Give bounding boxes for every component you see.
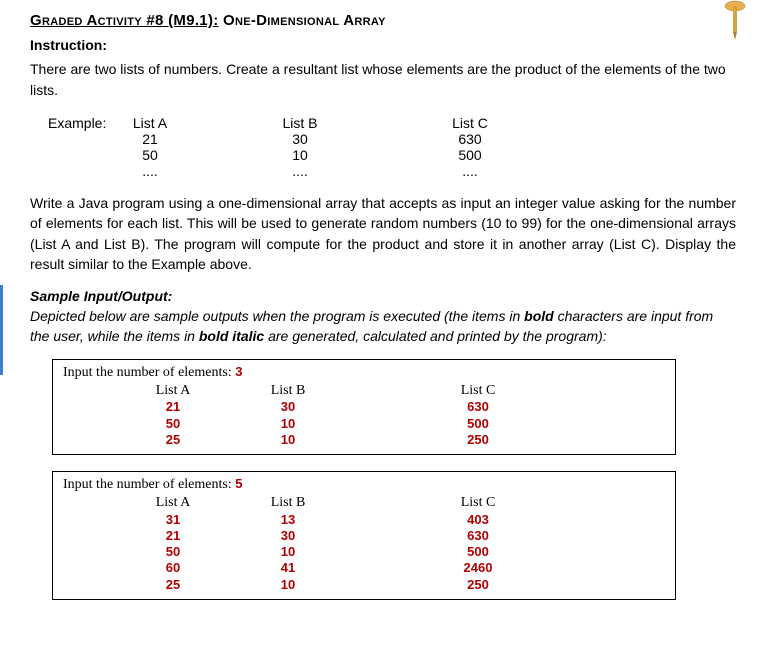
example-header-b: List B (270, 115, 330, 131)
example-cell: .... (120, 163, 180, 179)
instruction-text: There are two lists of numbers. Create a… (30, 59, 736, 101)
selection-marker (0, 285, 3, 375)
out-cell: 250 (448, 432, 508, 448)
out-cell: 30 (258, 399, 318, 415)
out-cell: 10 (258, 416, 318, 432)
example-cell: 10 (270, 147, 330, 163)
title-prefix: Graded Activity #8 (M9.1): (30, 12, 219, 29)
logo-badge (724, 0, 746, 40)
out-cell: 60 (143, 560, 203, 576)
out-cell: 500 (448, 416, 508, 432)
out-cell: 31 (143, 512, 203, 528)
activity-title: Graded Activity #8 (M9.1): One-Dimension… (30, 12, 736, 29)
output-box-1: Input the number of elements: 3 List A L… (52, 359, 676, 455)
out-header-c: List C (448, 382, 508, 400)
out-cell: 13 (258, 512, 318, 528)
output-prompt: Input the number of elements: 3 (63, 364, 665, 381)
sample-io-description: Depicted below are sample outputs when t… (30, 306, 736, 347)
out-cell: 25 (143, 577, 203, 593)
example-block: Example: List A List B List C 21 30 630 … (48, 115, 736, 179)
example-cell: 500 (440, 147, 500, 163)
title-rest: One-Dimensional Array (219, 12, 386, 29)
problem-description: Write a Java program using a one-dimensi… (30, 193, 736, 274)
example-cell: 21 (120, 131, 180, 147)
out-cell: 10 (258, 544, 318, 560)
out-cell: 10 (258, 432, 318, 448)
out-header-a: List A (143, 382, 203, 400)
example-header-c: List C (440, 115, 500, 131)
out-cell: 50 (143, 416, 203, 432)
out-header-c: List C (448, 494, 508, 512)
out-cell: 10 (258, 577, 318, 593)
out-cell: 630 (448, 528, 508, 544)
example-label: Example: (48, 115, 120, 131)
example-header-a: List A (120, 115, 180, 131)
out-cell: 30 (258, 528, 318, 544)
example-cell: 30 (270, 131, 330, 147)
out-cell: 25 (143, 432, 203, 448)
example-cell: 50 (120, 147, 180, 163)
out-header-a: List A (143, 494, 203, 512)
user-input-n: 3 (235, 364, 242, 379)
out-cell: 2460 (448, 560, 508, 576)
out-cell: 500 (448, 544, 508, 560)
output-prompt: Input the number of elements: 5 (63, 476, 665, 493)
example-cell: .... (440, 163, 500, 179)
out-cell: 250 (448, 577, 508, 593)
output-box-2: Input the number of elements: 5 List A L… (52, 471, 676, 600)
out-cell: 50 (143, 544, 203, 560)
sample-io-label: Sample Input/Output: (30, 288, 736, 304)
out-cell: 403 (448, 512, 508, 528)
out-header-b: List B (258, 382, 318, 400)
instruction-label: Instruction: (30, 37, 736, 53)
example-cell: 630 (440, 131, 500, 147)
out-cell: 21 (143, 528, 203, 544)
user-input-n: 5 (235, 476, 242, 491)
example-cell: .... (270, 163, 330, 179)
out-cell: 41 (258, 560, 318, 576)
out-cell: 21 (143, 399, 203, 415)
out-header-b: List B (258, 494, 318, 512)
out-cell: 630 (448, 399, 508, 415)
